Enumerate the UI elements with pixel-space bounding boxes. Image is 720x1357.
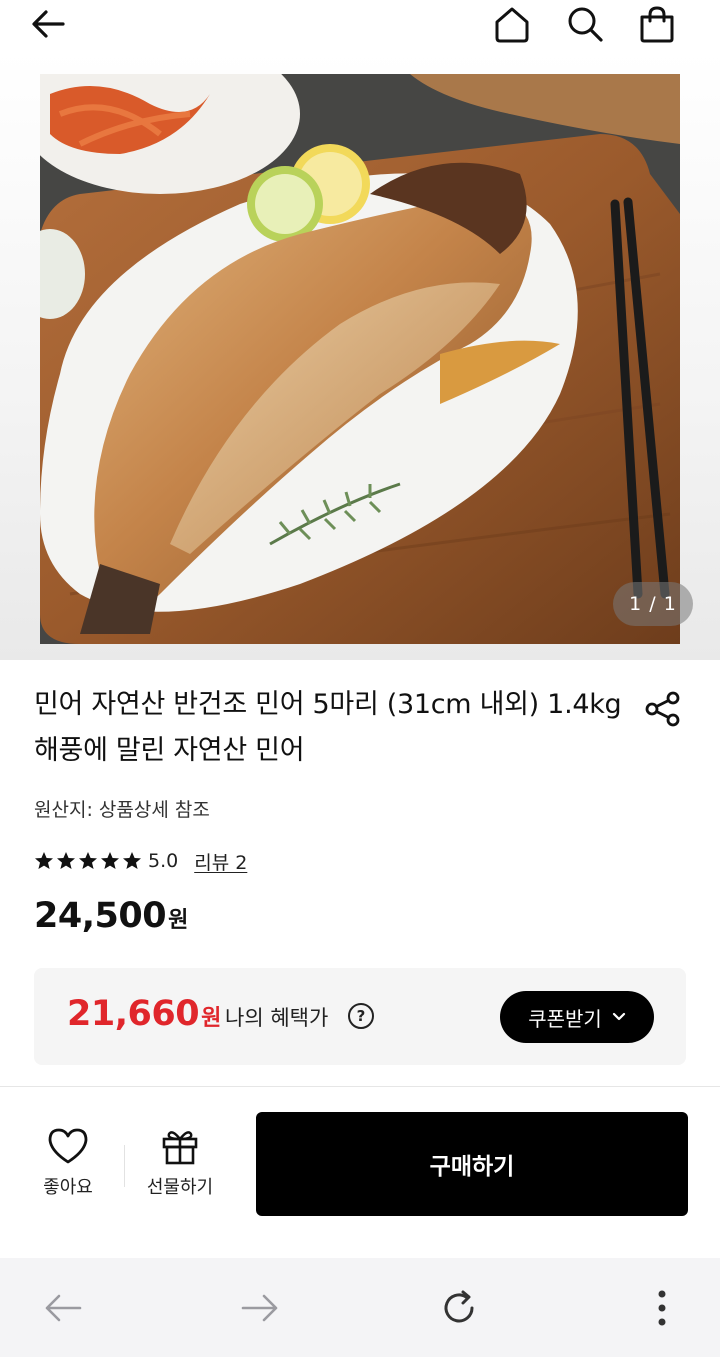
buy-button[interactable]: 구매하기	[256, 1112, 688, 1216]
heart-icon	[48, 1128, 88, 1164]
top-bar	[0, 0, 720, 50]
shopping-bag-icon[interactable]	[635, 2, 679, 46]
star-icon	[123, 852, 141, 869]
benefit-price-box: 21,660 원 나의 혜택가 ? 쿠폰받기	[34, 968, 686, 1065]
benefit-price-amount: 21,660	[67, 994, 200, 1034]
star-icon	[101, 852, 119, 869]
search-icon[interactable]	[563, 2, 607, 46]
image-counter: 1 / 1	[613, 582, 693, 626]
purchase-action-bar: 좋아요 선물하기 구매하기	[0, 1086, 720, 1258]
gift-icon	[162, 1131, 198, 1165]
home-icon[interactable]	[490, 2, 534, 46]
share-icon[interactable]	[640, 686, 686, 732]
star-icon	[79, 852, 97, 869]
chevron-down-icon	[612, 1012, 625, 1021]
original-price: 24,500 원	[34, 896, 188, 936]
back-icon[interactable]	[38, 1283, 88, 1333]
benefit-price-unit: 원	[201, 1006, 222, 1031]
product-title: 민어 자연산 반건조 민어 5마리 (31cm 내외) 1.4kg 해풍에 말린…	[34, 689, 622, 766]
reload-icon[interactable]	[434, 1283, 484, 1333]
coupon-button-label: 쿠폰받기	[528, 1006, 602, 1031]
coupon-button[interactable]: 쿠폰받기	[500, 991, 654, 1043]
star-icon	[57, 852, 75, 869]
star-icon	[35, 852, 53, 869]
rating-score: 5.0	[148, 850, 179, 872]
product-photo[interactable]	[40, 74, 680, 644]
gift-button[interactable]: 선물하기	[135, 1127, 225, 1199]
help-icon[interactable]: ?	[348, 1003, 374, 1029]
origin-info: 원산지: 상품상세 참조	[34, 799, 210, 821]
forward-icon[interactable]	[235, 1283, 285, 1333]
price-amount: 24,500	[34, 896, 167, 936]
product-image-area: 1 / 1	[0, 50, 720, 660]
back-arrow-icon[interactable]	[26, 2, 70, 46]
price-unit: 원	[168, 908, 189, 933]
action-divider	[124, 1145, 125, 1187]
star-rating	[34, 851, 142, 871]
browser-nav-bar	[0, 1258, 720, 1357]
reviews-link[interactable]: 리뷰 2	[194, 848, 247, 875]
like-label: 좋아요	[43, 1177, 93, 1198]
gift-label: 선물하기	[146, 1177, 214, 1198]
rating-row: 5.0 리뷰 2	[34, 846, 247, 876]
benefit-price: 21,660 원	[67, 994, 221, 1034]
more-icon[interactable]	[637, 1283, 687, 1333]
benefit-label: 나의 혜택가	[225, 1006, 329, 1030]
like-button[interactable]: 좋아요	[23, 1127, 113, 1199]
